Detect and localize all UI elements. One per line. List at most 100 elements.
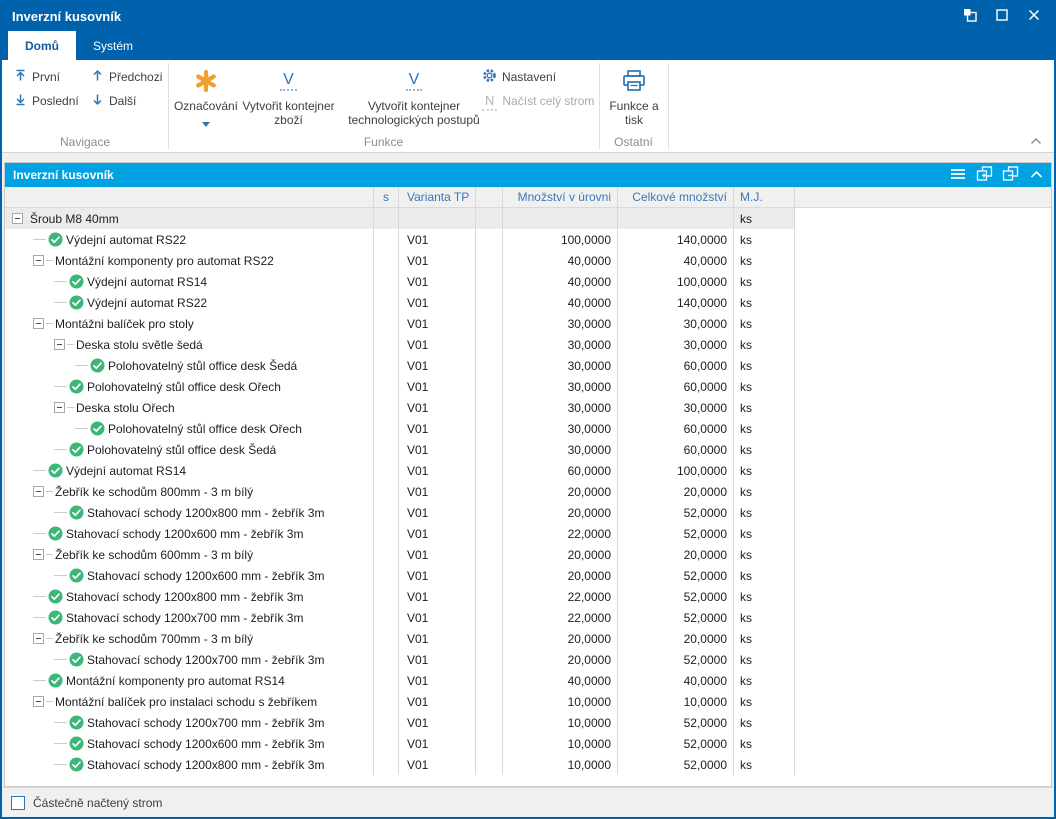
create-goods-container-button[interactable]: V Vytvořit kontejner zboží — [242, 64, 335, 140]
column-header-mnozstvi-v-urovni[interactable]: Množství v úrovni — [502, 187, 617, 207]
tree-row[interactable]: Stahovací schody 1200x800 mm - žebřík 3m… — [5, 586, 1051, 607]
green-check-icon — [48, 673, 63, 688]
collapse-expander-icon[interactable] — [33, 549, 44, 560]
oznacovani-button[interactable]: Označování — [172, 64, 240, 140]
green-check-icon — [48, 463, 63, 478]
close-button[interactable] — [1020, 5, 1048, 29]
cell-celkove-mnozstvi — [617, 208, 733, 229]
column-header-blank[interactable] — [475, 187, 502, 207]
item-label: Výdejní automat RS22 — [66, 233, 186, 247]
next-icon — [91, 93, 104, 109]
tree-row[interactable]: Žebřík ke schodům 600mm - 3 m bílýV0120,… — [5, 544, 1051, 565]
item-label: Montážni balíček pro stoly — [55, 317, 194, 331]
tree-row[interactable]: Polohovatelný stůl office desk OřechV013… — [5, 418, 1051, 439]
column-header-celkove-mnozstvi[interactable]: Celkové množství — [617, 187, 733, 207]
column-header-filler — [795, 187, 1051, 207]
tree-row[interactable]: Montážní komponenty pro automat RS22V014… — [5, 250, 1051, 271]
asterisk-icon — [194, 66, 218, 96]
collapse-ribbon-button[interactable] — [1028, 134, 1044, 148]
partially-loaded-tree-checkbox[interactable] — [11, 796, 25, 810]
tree-row[interactable]: Deska stolu světle šedáV0130,000030,0000… — [5, 334, 1051, 355]
cell-s — [373, 376, 398, 397]
tree-row[interactable]: Výdejní automat RS14V0160,0000100,0000ks — [5, 460, 1051, 481]
cell-celkove-mnozstvi: 60,0000 — [617, 418, 733, 439]
funkce-a-tisk-button[interactable]: Funkce a tisk — [603, 64, 665, 140]
tree-row[interactable]: Montážní balíček pro instalaci schodu s … — [5, 691, 1051, 712]
cell-s — [373, 229, 398, 250]
cell-s — [373, 607, 398, 628]
gear-icon — [482, 68, 497, 86]
tree-row[interactable]: Stahovací schody 1200x600 mm - žebřík 3m… — [5, 565, 1051, 586]
collapse-expander-icon[interactable] — [33, 696, 44, 707]
create-tech-container-button[interactable]: V Vytvořit kontejner technologických pos… — [338, 64, 490, 140]
cell-varianta-tp: V01 — [398, 691, 475, 712]
green-check-icon — [48, 232, 63, 247]
expand-all-button[interactable] — [975, 167, 993, 183]
tree-row[interactable]: Deska stolu OřechV0130,000030,0000ks — [5, 397, 1051, 418]
collapse-expander-icon[interactable] — [54, 339, 65, 350]
cell-mj: ks — [733, 733, 795, 754]
collapse-all-button[interactable] — [1001, 167, 1019, 183]
tree-row[interactable]: Výdejní automat RS22V0140,0000140,0000ks — [5, 292, 1051, 313]
collapse-panel-button[interactable] — [1027, 167, 1045, 183]
tree-row[interactable]: Stahovací schody 1200x600 mm - žebřík 3m… — [5, 733, 1051, 754]
tree-row[interactable]: Stahovací schody 1200x600 mm - žebřík 3m… — [5, 523, 1051, 544]
collapse-expander-icon[interactable] — [33, 486, 44, 497]
cell-mj: ks — [733, 586, 795, 607]
tree-row[interactable]: Výdejní automat RS14V0140,0000100,0000ks — [5, 271, 1051, 292]
column-header-s[interactable]: s — [373, 187, 398, 207]
nastaveni-button[interactable]: Nastavení — [478, 66, 560, 88]
tree-row[interactable]: Stahovací schody 1200x800 mm - žebřík 3m… — [5, 502, 1051, 523]
tree-row[interactable]: Polohovatelný stůl office desk ŠedáV0130… — [5, 355, 1051, 376]
column-header-varianta-tp[interactable]: Varianta TP — [398, 187, 475, 207]
tree-row[interactable]: Stahovací schody 1200x800 mm - žebřík 3m… — [5, 754, 1051, 775]
cell-mnozstvi-v-urovni: 30,0000 — [502, 376, 617, 397]
tree-row[interactable]: Polohovatelný stůl office desk ŠedáV0130… — [5, 439, 1051, 460]
tree-row[interactable]: Montážni balíček pro stolyV0130,000030,0… — [5, 313, 1051, 334]
tree-row[interactable]: Stahovací schody 1200x700 mm - žebřík 3m… — [5, 712, 1051, 733]
cell-name: Výdejní automat RS14 — [5, 460, 373, 481]
maximize-button[interactable] — [988, 5, 1016, 29]
cell-blank — [475, 250, 502, 271]
collapse-expander-icon[interactable] — [12, 213, 23, 224]
inverse-bom-panel: Inverzní kusovník — [4, 162, 1052, 787]
tree-row[interactable]: Polohovatelný stůl office desk OřechV013… — [5, 376, 1051, 397]
cell-s — [373, 460, 398, 481]
cell-name: Polohovatelný stůl office desk Šedá — [5, 355, 373, 376]
collapse-expander-icon[interactable] — [33, 318, 44, 329]
item-label: Montážní balíček pro instalaci schodu s … — [55, 695, 317, 709]
printer-icon — [621, 66, 647, 96]
collapse-expander-icon[interactable] — [54, 402, 65, 413]
tree-row[interactable]: Stahovací schody 1200x700 mm - žebřík 3m… — [5, 649, 1051, 670]
previous-button[interactable]: Předchozi — [87, 66, 166, 88]
tree-row[interactable]: Stahovací schody 1200x700 mm - žebřík 3m… — [5, 607, 1051, 628]
tree-row[interactable]: Montážní komponenty pro automat RS14V014… — [5, 670, 1051, 691]
last-button[interactable]: Poslední — [10, 90, 83, 112]
collapse-expander-icon[interactable] — [33, 633, 44, 644]
cell-mj: ks — [733, 649, 795, 670]
cell-mnozstvi-v-urovni: 40,0000 — [502, 292, 617, 313]
next-button[interactable]: Další — [87, 90, 140, 112]
column-header-name[interactable] — [5, 187, 373, 207]
panel-menu-button[interactable] — [949, 167, 967, 183]
first-button[interactable]: První — [10, 66, 64, 88]
cell-s — [373, 397, 398, 418]
tree-row[interactable]: Výdejní automat RS22V01100,0000140,0000k… — [5, 229, 1051, 250]
ribbon-tab-strip: Domů Systém — [2, 31, 1054, 60]
cell-name: Polohovatelný stůl office desk Ořech — [5, 376, 373, 397]
green-check-icon — [69, 295, 84, 310]
cell-s — [373, 334, 398, 355]
column-header-mj[interactable]: M.J. — [733, 187, 795, 207]
tab-system[interactable]: Systém — [76, 31, 150, 60]
grid-column-headers: s Varianta TP Množství v úrovni Celkové … — [5, 187, 1051, 208]
collapse-expander-icon[interactable] — [33, 255, 44, 266]
tree-row[interactable]: Žebřík ke schodům 800mm - 3 m bílýV0120,… — [5, 481, 1051, 502]
nacist-cely-strom-button[interactable]: N Načíst celý strom — [478, 90, 598, 112]
last-icon — [14, 93, 27, 109]
tab-domu[interactable]: Domů — [8, 31, 76, 60]
tree-row[interactable]: Žebřík ke schodům 700mm - 3 m bílýV0120,… — [5, 628, 1051, 649]
tree-row[interactable]: Šroub M8 40mmks — [5, 208, 1051, 229]
cell-blank — [475, 292, 502, 313]
item-label: Stahovací schody 1200x600 mm - žebřík 3m — [66, 527, 303, 541]
float-window-button[interactable] — [956, 5, 984, 29]
